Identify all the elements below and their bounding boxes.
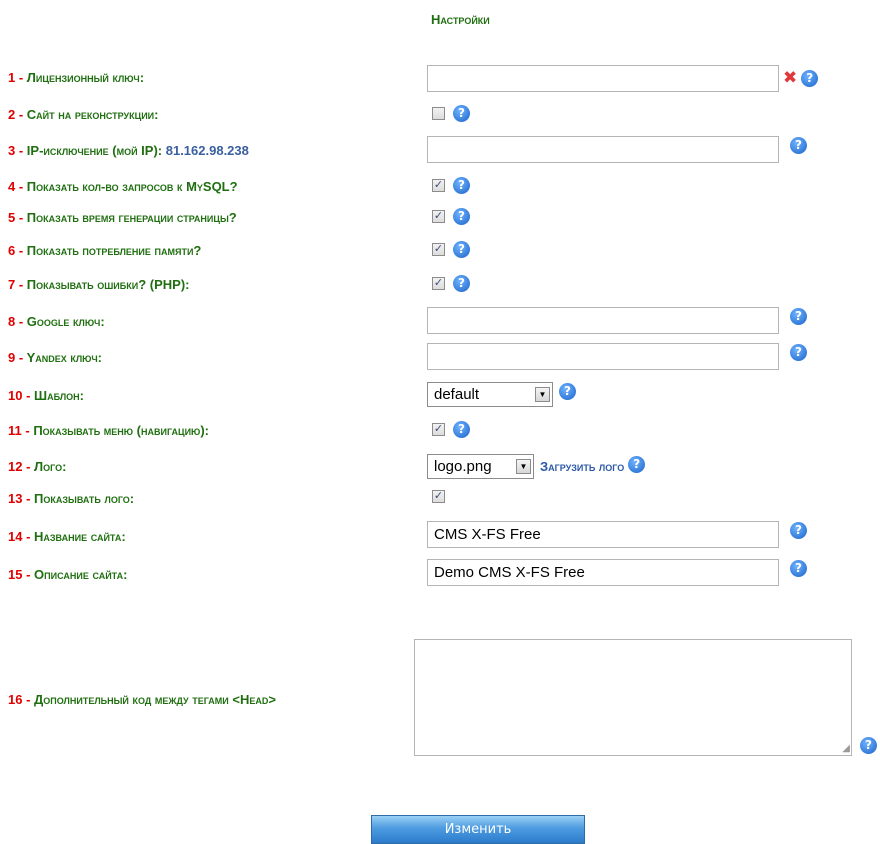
head-code-textarea[interactable]: ◢ <box>414 639 852 756</box>
upload-logo-link[interactable]: Загрузить лого <box>540 459 624 474</box>
memory-usage-checkbox[interactable]: ✓ <box>432 243 445 256</box>
my-ip-value: 81.162.98.238 <box>165 143 249 158</box>
show-errors-label: Показывать ошибки? (PHP): <box>26 277 190 292</box>
page-title: Настройки <box>431 12 490 27</box>
license-key-label: Лицензионный ключ: <box>26 70 145 85</box>
show-logo-label: Показывать лого: <box>34 491 135 506</box>
row-number: 12 - <box>8 459 31 474</box>
row-number: 7 - <box>8 277 24 292</box>
site-description-input[interactable]: Demo CMS X-FS Free <box>427 559 779 586</box>
help-icon[interactable]: ? <box>453 208 470 225</box>
help-icon[interactable]: ? <box>453 105 470 122</box>
license-key-input[interactable] <box>427 65 779 92</box>
generation-time-checkbox[interactable]: ✓ <box>432 210 445 223</box>
show-errors-checkbox[interactable]: ✓ <box>432 277 445 290</box>
site-name-label: Название сайта: <box>34 529 126 544</box>
show-logo-checkbox[interactable]: ✓ <box>432 490 445 503</box>
row-number: 13 - <box>8 491 31 506</box>
clear-x-icon[interactable]: ✖ <box>783 70 797 87</box>
help-icon[interactable]: ? <box>790 308 807 325</box>
row-number: 16 - <box>8 692 31 707</box>
google-key-input[interactable] <box>427 307 779 334</box>
yandex-key-input[interactable] <box>427 343 779 370</box>
ip-exclusion-input[interactable] <box>427 136 779 163</box>
row-number: 2 - <box>8 107 24 122</box>
help-icon[interactable]: ? <box>453 275 470 292</box>
site-name-input[interactable]: CMS X-FS Free <box>427 521 779 548</box>
row-number: 3 - <box>8 143 24 158</box>
row-number: 6 - <box>8 243 24 258</box>
show-menu-label: Показывать меню (навигацию): <box>33 423 209 438</box>
site-description-label: Описание сайта: <box>34 567 128 582</box>
row-number: 15 - <box>8 567 31 582</box>
row-number: 11 - <box>8 423 30 438</box>
memory-usage-label: Показать потребление памяти? <box>26 243 202 258</box>
help-icon[interactable]: ? <box>790 522 807 539</box>
maintenance-checkbox[interactable] <box>432 107 445 120</box>
help-icon[interactable]: ? <box>559 383 576 400</box>
head-code-label: Дополнительный код между тегами <Head> <box>34 692 276 707</box>
logo-selected-value: logo.png <box>434 458 492 475</box>
row-number: 5 - <box>8 210 24 225</box>
template-select[interactable]: default ▼ <box>427 382 553 407</box>
row-number: 4 - <box>8 179 24 194</box>
help-icon[interactable]: ? <box>628 456 646 473</box>
resize-handle-icon[interactable]: ◢ <box>842 744 850 754</box>
help-icon[interactable]: ? <box>453 177 470 194</box>
logo-label: Лого: <box>34 459 67 474</box>
template-selected-value: default <box>434 386 480 403</box>
row-number: 1 - <box>8 70 24 85</box>
chevron-down-icon[interactable]: ▼ <box>535 387 550 402</box>
help-icon[interactable]: ? <box>453 241 470 258</box>
help-icon[interactable]: ? <box>790 344 807 361</box>
yandex-key-label: Yandex ключ: <box>26 350 102 365</box>
template-label: Шаблон: <box>34 388 84 403</box>
chevron-down-icon[interactable]: ▼ <box>516 459 531 474</box>
google-key-label: Google ключ: <box>26 314 105 329</box>
help-icon[interactable]: ? <box>801 70 819 87</box>
maintenance-label: Сайт на реконструкции: <box>26 107 159 122</box>
help-icon[interactable]: ? <box>453 421 470 438</box>
show-menu-checkbox[interactable]: ✓ <box>432 423 445 436</box>
generation-time-label: Показать время генерации страницы? <box>26 210 237 225</box>
row-number: 9 - <box>8 350 24 365</box>
ip-exclusion-label: IP-исключение (мой IP): <box>26 143 163 158</box>
row-number: 14 - <box>8 529 31 544</box>
logo-select[interactable]: logo.png ▼ <box>427 454 534 479</box>
mysql-queries-label: Показать кол-во запросов к MySQL? <box>26 179 238 194</box>
help-icon[interactable]: ? <box>860 737 877 754</box>
mysql-queries-checkbox[interactable]: ✓ <box>432 179 445 192</box>
row-number: 8 - <box>8 314 24 329</box>
submit-button[interactable]: Изменить <box>371 815 585 844</box>
help-icon[interactable]: ? <box>790 137 807 154</box>
help-icon[interactable]: ? <box>790 560 807 577</box>
row-number: 10 - <box>8 388 31 403</box>
